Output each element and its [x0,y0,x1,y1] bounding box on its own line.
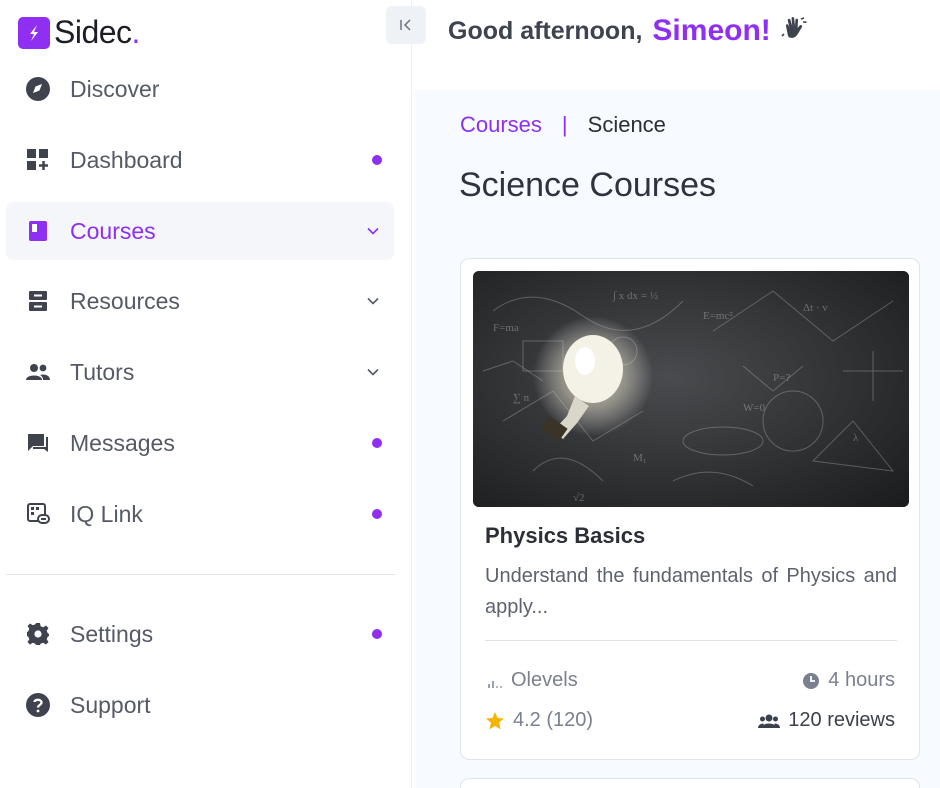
page-title: Science Courses [459,166,717,204]
sidebar-item-label: Discover [70,75,160,102]
course-rating: 4.2 (120) [485,709,593,732]
course-duration: 4 hours [802,669,895,692]
collapse-icon [400,19,411,31]
notification-dot [372,438,382,448]
sidebar-item-courses[interactable]: Courses [6,202,394,260]
brand-name: Sidec. [54,14,140,50]
course-rating-label: 4.2 (120) [513,709,594,731]
storage-icon [24,287,52,315]
sidebar-item-label: Settings [70,620,154,647]
compass-icon [24,75,52,103]
clock-icon [803,672,820,689]
course-duration-label: 4 hours [828,669,895,691]
sidebar-item-label: Messages [70,429,175,456]
chat-icon [24,429,52,457]
wave-icon [781,15,809,48]
course-level-label: Olevels [511,669,578,691]
svg-text:W=0: W=0 [743,402,766,414]
svg-text:√2: √2 [573,492,585,504]
course-title[interactable]: Physics Basics [485,523,645,549]
sidebar-item-resources[interactable]: Resources [6,272,394,330]
course-image: ∫ x dx = ½ E=mc² Δt · v F=ma P=? λ ∑ n M… [473,271,909,507]
svg-text:Δt · v: Δt · v [803,302,828,314]
breadcrumb: Courses | Science [460,112,666,138]
sidebar-item-tutors[interactable]: Tutors [6,343,394,401]
breadcrumb-link-courses[interactable]: Courses [460,112,542,138]
course-description: Understand the fundamentals of Physics a… [485,565,897,618]
chevron-down-icon[interactable] [366,365,380,379]
link-icon [24,500,52,528]
sidebar-item-messages[interactable]: Messages [6,414,394,472]
notification-dot [372,629,382,639]
chevron-down-icon[interactable] [366,294,380,308]
course-card[interactable]: ∫ x dx = ½ E=mc² Δt · v F=ma P=? λ ∑ n M… [460,258,920,760]
svg-text:P=?: P=? [773,372,790,384]
course-reviews: 120 reviews [758,709,895,732]
sidebar-item-label: IQ Link [70,500,143,527]
svg-text:∑ n: ∑ n [513,392,530,404]
help-icon [24,691,52,719]
svg-text:E=mc²: E=mc² [703,310,733,322]
course-level: Olevels [485,669,578,692]
sidebar-item-label: Tutors [70,358,135,385]
sidebar-item-label: Support [70,691,151,718]
sidebar-item-label: Resources [70,287,180,314]
svg-text:λ: λ [853,432,859,444]
dashboard-icon [24,146,52,174]
sidebar-item-iq-link[interactable]: IQ Link [6,485,394,543]
chevron-down-icon[interactable] [366,224,380,238]
greeting-text: Good afternoon, [448,16,643,45]
greeting-name: Simeon! [652,14,771,47]
notification-dot [372,509,382,519]
signal-bars-icon [488,680,502,688]
breadcrumb-current: Science [587,112,666,137]
reviewers-icon [758,714,781,728]
course-reviews-label: 120 reviews [788,709,895,731]
sidebar-item-label: Courses [70,217,156,244]
card-divider [485,640,897,641]
users-icon [24,358,52,386]
course-card-next[interactable] [460,778,920,788]
sidebar-item-settings[interactable]: Settings [6,605,394,663]
breadcrumb-separator: | [561,112,568,137]
sidebar-item-dashboard[interactable]: Dashboard [6,131,394,189]
svg-text:∫ x dx = ½: ∫ x dx = ½ [612,290,658,302]
sidebar: Sidec. Discover Dashboard Courses Resour… [0,0,426,788]
sidebar-divider [6,574,395,575]
collapse-sidebar-button[interactable] [386,6,426,44]
sidebar-item-support[interactable]: Support [6,676,394,734]
sidebar-item-label: Dashboard [70,146,183,173]
star-icon [486,711,504,729]
logo[interactable]: Sidec. [18,14,140,51]
sidebar-item-discover[interactable]: Discover [6,60,394,118]
svg-text:F=ma: F=ma [493,322,519,334]
notification-dot [372,155,382,165]
book-icon [24,217,52,245]
greeting: Good afternoon, Simeon! [448,14,809,48]
logo-mark-icon [18,16,50,49]
svg-text:M₁: M₁ [633,452,647,464]
gear-icon [24,620,52,648]
